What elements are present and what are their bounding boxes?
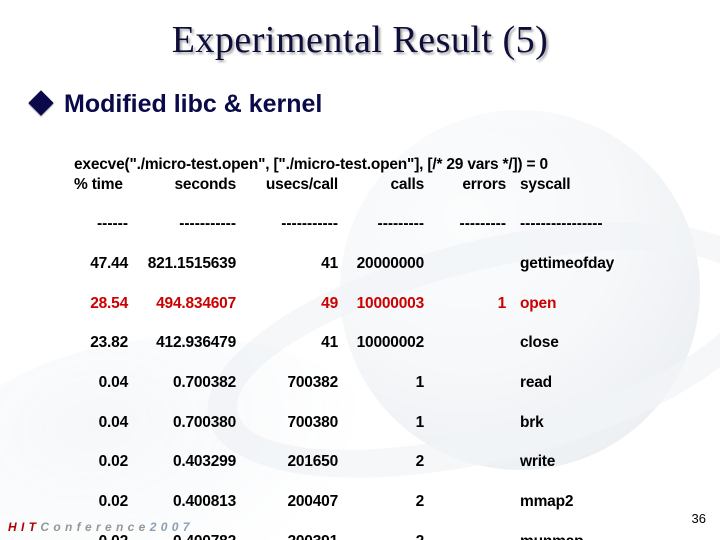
hdr-calls: calls [338,175,424,195]
cell-usec: 41 [236,254,338,274]
hdr-sys: syscall [510,175,570,195]
footer-logo: H I T C o n f e r e n c e 2 0 0 7 [8,520,190,534]
cell-calls: 10000003 [338,294,424,314]
cell-pct: 47.44 [74,254,128,274]
content-area: Modified libc & kernel execve("./micro-t… [0,62,720,540]
cell-err [424,413,506,433]
table-row: 47.44821.15156394120000000 gettimeofday [74,254,700,274]
strace-output: execve("./micro-test.open", ["./micro-te… [74,135,700,540]
cell-usec: 700382 [236,373,338,393]
cell-pct: 0.02 [74,492,128,512]
table-row: 28.54494.83460749100000031open [74,294,700,314]
cell-sec: 821.1515639 [128,254,236,274]
table-row: 23.82412.9364794110000002 close [74,333,700,353]
cell-pct: 0.02 [74,452,128,472]
cell-sec: 494.834607 [128,294,236,314]
slide: Experimental Result (5) Modified libc & … [0,0,720,540]
cell-usec: 41 [236,333,338,353]
cell-sec: 0.700382 [128,373,236,393]
table-row: 0.020.4008132004072 mmap2 [74,492,700,512]
cell-err [424,532,506,540]
cell-usec: 200407 [236,492,338,512]
cell-calls: 10000002 [338,333,424,353]
table-row: 0.020.4032992016502 write [74,452,700,472]
cell-syscall: write [510,452,555,472]
cell-err: 1 [424,294,506,314]
cell-sec: 412.936479 [128,333,236,353]
cell-err [424,452,506,472]
cell-pct: 0.04 [74,413,128,433]
cell-sec: 0.403299 [128,452,236,472]
bullet-diamond-icon [28,90,53,115]
bullet-text: Modified libc & kernel [64,90,322,119]
hdr-err: errors [424,175,506,195]
cell-pct: 28.54 [74,294,128,314]
cell-err [424,492,506,512]
cell-usec: 201650 [236,452,338,472]
cell-err [424,333,506,353]
slide-title: Experimental Result (5) [0,0,720,62]
header-row: % timesecondsusecs/callcallserrorssyscal… [74,175,700,195]
exec-line: execve("./micro-test.open", ["./micro-te… [74,156,548,173]
table-row: 0.040.7003807003801 brk [74,413,700,433]
cell-calls: 2 [338,492,424,512]
hdr-usec: usecs/call [236,175,338,195]
bullet-row: Modified libc & kernel [32,88,700,119]
cell-pct: 23.82 [74,333,128,353]
hdr-pct: % time [74,175,128,195]
cell-sec: 0.400813 [128,492,236,512]
cell-usec: 700380 [236,413,338,433]
logo-conf: C o n f e r e n c e [37,520,150,534]
page-number: 36 [692,511,706,526]
cell-err [424,254,506,274]
cell-syscall: read [510,373,552,393]
cell-syscall: gettimeofday [510,254,614,274]
separator-row: ----------------------------------------… [74,214,700,234]
cell-sec: 0.700380 [128,413,236,433]
cell-calls: 2 [338,532,424,540]
cell-pct: 0.04 [74,373,128,393]
cell-calls: 1 [338,373,424,393]
cell-usec: 49 [236,294,338,314]
cell-syscall: munmap [510,532,583,540]
cell-syscall: open [510,294,556,314]
cell-err [424,373,506,393]
cell-syscall: brk [510,413,544,433]
table-row: 0.040.7003827003821 read [74,373,700,393]
cell-syscall: close [510,333,559,353]
cell-calls: 20000000 [338,254,424,274]
logo-year: 2 0 0 7 [150,520,190,534]
logo-hit: H I T [8,520,37,534]
cell-calls: 2 [338,452,424,472]
cell-syscall: mmap2 [510,492,573,512]
cell-calls: 1 [338,413,424,433]
cell-usec: 200391 [236,532,338,540]
hdr-sec: seconds [128,175,236,195]
